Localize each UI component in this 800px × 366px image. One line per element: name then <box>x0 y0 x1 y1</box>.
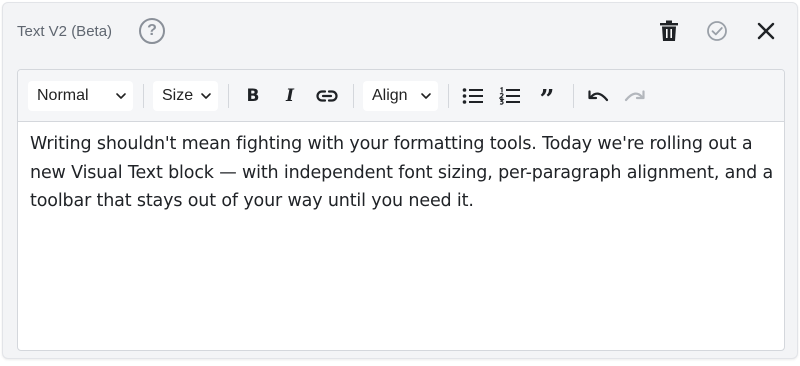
check-circle-icon <box>707 21 727 41</box>
close-button[interactable] <box>754 19 778 43</box>
toolbar-divider <box>353 84 354 108</box>
redo-button[interactable] <box>623 84 647 108</box>
link-icon <box>316 90 338 102</box>
chevron-down-icon <box>421 93 431 99</box>
formatting-toolbar: Normal Size B I Align ” <box>18 70 784 122</box>
align-dropdown[interactable]: Align <box>363 81 438 111</box>
toolbar-divider <box>448 84 449 108</box>
redo-icon <box>624 90 645 102</box>
delete-button[interactable] <box>657 19 681 43</box>
text-block-panel: Text V2 (Beta) ? Normal Size B I Align ”… <box>2 2 798 359</box>
confirm-button[interactable] <box>705 19 729 43</box>
align-dropdown-value: Align <box>372 87 408 104</box>
rich-text-editor: Normal Size B I Align ” Writing shouldn'… <box>17 69 785 351</box>
close-icon <box>757 22 775 40</box>
blockquote-button[interactable]: ” <box>535 84 559 113</box>
quote-icon: ” <box>539 85 555 115</box>
italic-icon: I <box>286 86 294 106</box>
format-dropdown[interactable]: Normal <box>28 81 133 111</box>
size-dropdown-value: Size <box>162 87 194 104</box>
link-button[interactable] <box>315 84 339 108</box>
bold-icon: B <box>246 86 260 106</box>
format-dropdown-value: Normal <box>37 87 89 104</box>
undo-icon <box>588 90 609 102</box>
size-dropdown[interactable]: Size <box>153 81 218 111</box>
toolbar-divider <box>228 84 229 108</box>
bold-button[interactable]: B <box>241 84 265 108</box>
trash-icon <box>660 20 678 41</box>
help-button[interactable]: ? <box>139 18 165 44</box>
undo-button[interactable] <box>586 84 610 108</box>
toolbar-divider <box>143 84 144 108</box>
chevron-down-icon <box>201 93 211 99</box>
panel-title: Text V2 (Beta) <box>17 23 113 40</box>
bullet-list-icon <box>462 88 483 104</box>
editor-content[interactable]: Writing shouldn't mean fighting with you… <box>30 130 778 216</box>
numbered-list-icon <box>499 87 520 105</box>
toolbar-divider <box>573 84 574 108</box>
italic-button[interactable]: I <box>278 84 302 108</box>
chevron-down-icon <box>116 93 126 99</box>
help-icon: ? <box>147 22 157 39</box>
bullet-list-button[interactable] <box>461 84 485 108</box>
numbered-list-button[interactable] <box>498 84 522 108</box>
panel-header: Text V2 (Beta) ? <box>3 3 797 61</box>
